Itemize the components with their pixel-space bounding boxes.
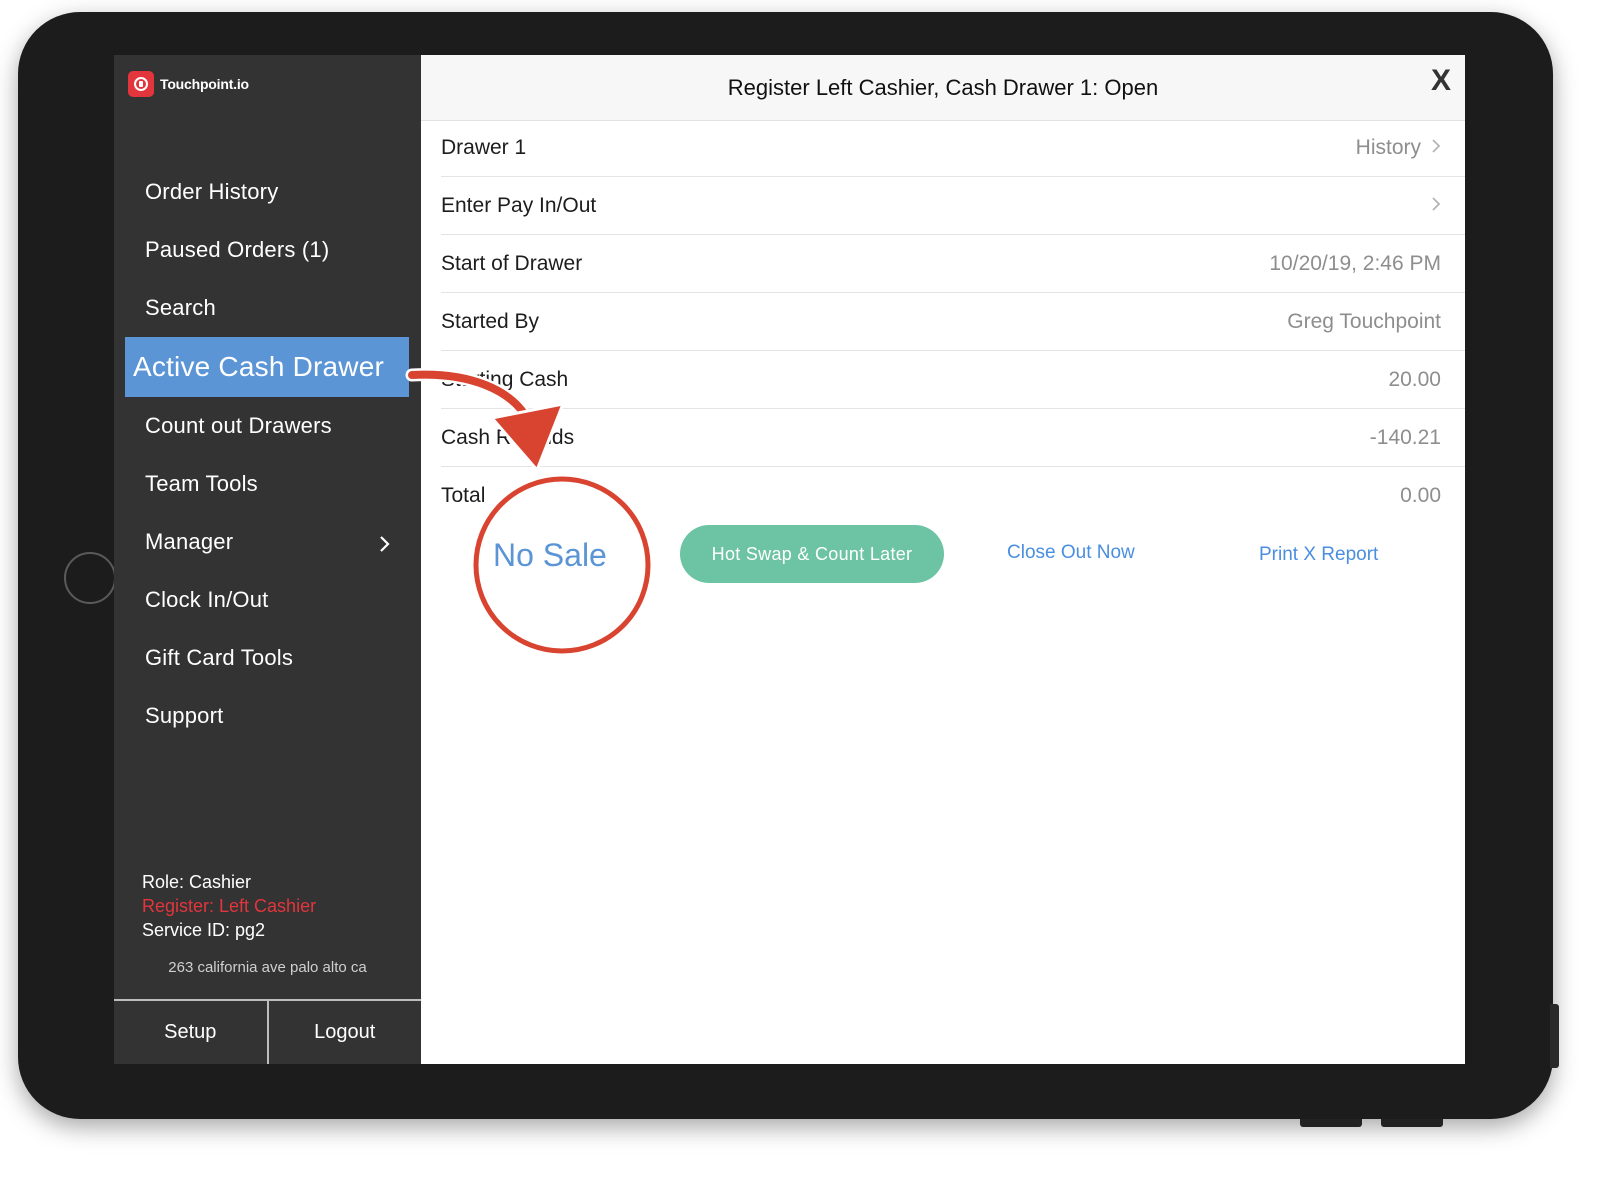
close-out-now-link[interactable]: Close Out Now xyxy=(1007,542,1135,564)
home-button[interactable] xyxy=(64,552,116,604)
row-value: History xyxy=(1355,135,1421,159)
sidebar-item-label: Active Cash Drawer xyxy=(133,351,385,382)
sidebar-item-manager[interactable]: Manager xyxy=(114,513,421,571)
tablet-volume-button xyxy=(1300,1119,1362,1127)
row-value: Greg Touchpoint xyxy=(1287,309,1441,333)
screen: Touchpoint.io Order History Paused Order… xyxy=(114,55,1465,1064)
logout-button[interactable]: Logout xyxy=(269,1001,422,1064)
session-info: Role: Cashier Register: Left Cashier Ser… xyxy=(142,870,316,942)
history-link[interactable]: History xyxy=(1356,136,1441,160)
row-value-wrap xyxy=(1421,194,1441,218)
sidebar-item-label: Paused Orders (1) xyxy=(145,237,330,262)
sidebar-item-search[interactable]: Search xyxy=(114,279,421,337)
drawer-details: Drawer 1 History Enter Pay In/Out Start … xyxy=(441,119,1465,525)
logo-text: Touchpoint.io xyxy=(160,76,249,92)
sidebar-item-label: Team Tools xyxy=(145,471,258,496)
store-address: 263 california ave palo alto ca xyxy=(168,959,367,976)
sidebar-item-label: Clock In/Out xyxy=(145,587,269,612)
row-label: Total xyxy=(441,484,486,507)
page-title: Register Left Cashier, Cash Drawer 1: Op… xyxy=(727,74,1159,100)
chevron-right-icon xyxy=(1431,194,1441,218)
sidebar-item-label: Search xyxy=(145,295,216,320)
row-value: 20.00 xyxy=(1388,367,1441,391)
sidebar-item-label: Manager xyxy=(145,529,234,554)
row-value: -140.21 xyxy=(1369,425,1441,449)
chevron-right-icon xyxy=(379,533,391,559)
starting-cash-row: Starting Cash 20.00 xyxy=(441,351,1465,409)
sidebar-item-team-tools[interactable]: Team Tools xyxy=(114,455,421,513)
sidebar-item-support[interactable]: Support xyxy=(114,687,421,745)
row-value: 0.00 xyxy=(1400,484,1441,507)
logo: Touchpoint.io xyxy=(128,71,249,97)
tablet-side-button xyxy=(1550,1004,1559,1068)
chevron-right-icon xyxy=(1431,136,1441,160)
drawer-row[interactable]: Drawer 1 History xyxy=(441,119,1465,177)
pay-in-out-row[interactable]: Enter Pay In/Out xyxy=(441,177,1465,235)
started-by-row: Started By Greg Touchpoint xyxy=(441,293,1465,351)
start-of-drawer-row: Start of Drawer 10/20/19, 2:46 PM xyxy=(441,235,1465,293)
touchpoint-logo-icon xyxy=(128,71,154,97)
sidebar-nav: Order History Paused Orders (1) Search A… xyxy=(114,163,421,745)
sidebar-item-order-history[interactable]: Order History xyxy=(114,163,421,221)
sidebar-item-label: Support xyxy=(145,703,224,728)
row-label: Enter Pay In/Out xyxy=(441,193,597,217)
row-label: Drawer 1 xyxy=(441,135,527,159)
main-panel: Register Left Cashier, Cash Drawer 1: Op… xyxy=(421,55,1465,1064)
sidebar-item-paused-orders[interactable]: Paused Orders (1) xyxy=(114,221,421,279)
row-value: 10/20/19, 2:46 PM xyxy=(1269,251,1441,275)
sidebar-item-label: Gift Card Tools xyxy=(145,645,294,670)
tablet-volume-button xyxy=(1381,1119,1443,1127)
hot-swap-button[interactable]: Hot Swap & Count Later xyxy=(680,525,944,583)
role-text: Role: Cashier xyxy=(142,872,252,892)
register-text: Register: Left Cashier xyxy=(142,896,317,916)
sidebar-item-gift-card-tools[interactable]: Gift Card Tools xyxy=(114,629,421,687)
sidebar: Touchpoint.io Order History Paused Order… xyxy=(114,55,421,1064)
sidebar-item-active-cash-drawer[interactable]: Active Cash Drawer xyxy=(125,337,409,397)
total-row: Total 0.00 xyxy=(441,467,1465,525)
setup-button[interactable]: Setup xyxy=(114,1001,269,1064)
drawer-actions: No Sale Hot Swap & Count Later Close Out… xyxy=(421,525,1465,585)
cash-refunds-row: Cash Refunds -140.21 xyxy=(441,409,1465,467)
close-icon[interactable]: X xyxy=(1431,64,1451,98)
service-id-text: Service ID: pg2 xyxy=(142,920,266,940)
header: Register Left Cashier, Cash Drawer 1: Op… xyxy=(421,55,1465,121)
row-label: Starting Cash xyxy=(441,367,569,391)
no-sale-button[interactable]: No Sale xyxy=(493,525,607,585)
row-label: Started By xyxy=(441,309,540,333)
row-label: Cash Refunds xyxy=(441,425,575,449)
sidebar-item-label: Order History xyxy=(145,179,279,204)
print-x-report-link[interactable]: Print X Report xyxy=(1259,544,1378,566)
sidebar-item-label: Count out Drawers xyxy=(145,413,332,438)
sidebar-item-count-out-drawers[interactable]: Count out Drawers xyxy=(114,397,421,455)
sidebar-item-clock-in-out[interactable]: Clock In/Out xyxy=(114,571,421,629)
sidebar-bottom-bar: Setup Logout xyxy=(114,999,421,1064)
row-label: Start of Drawer xyxy=(441,251,583,275)
